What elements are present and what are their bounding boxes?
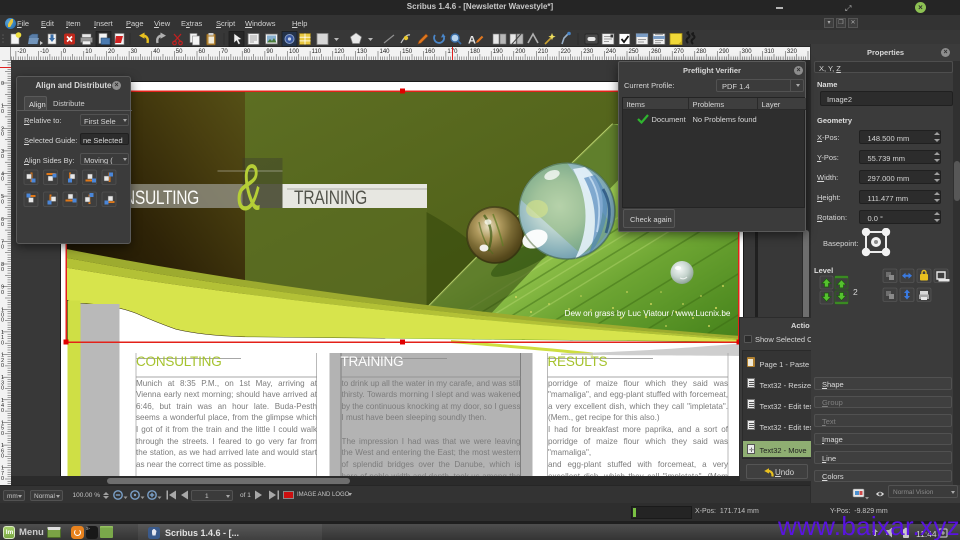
svg-text:130: 130 <box>1 375 4 391</box>
svg-text:130: 130 <box>357 49 368 55</box>
svg-text:60: 60 <box>1 217 4 228</box>
svg-text:80: 80 <box>1 262 4 273</box>
svg-text:150: 150 <box>402 49 413 55</box>
svg-text:Dew on grass by Luc Viatour /: Dew on grass by Luc Viatour / www.Lucnix… <box>564 309 730 318</box>
svg-text:60: 60 <box>199 49 206 55</box>
svg-text:70: 70 <box>1 239 4 250</box>
svg-text:80: 80 <box>244 49 251 55</box>
svg-text:A: A <box>468 35 476 47</box>
svg-text:40: 40 <box>153 49 160 55</box>
svg-text:0: 0 <box>1 81 4 87</box>
svg-text:100: 100 <box>289 49 300 55</box>
svg-text:180: 180 <box>470 49 481 55</box>
svg-text:0: 0 <box>63 49 67 55</box>
svg-text:110: 110 <box>1 330 4 346</box>
svg-text:300: 300 <box>742 49 753 55</box>
svg-text:120: 120 <box>334 49 345 55</box>
svg-text:10: 10 <box>85 49 92 55</box>
svg-text:160: 160 <box>425 49 436 55</box>
svg-text:70: 70 <box>221 49 228 55</box>
svg-text:260: 260 <box>651 49 662 55</box>
svg-text:20: 20 <box>108 49 115 55</box>
svg-text:90: 90 <box>266 49 273 55</box>
svg-text:210: 210 <box>538 49 549 55</box>
svg-text:50: 50 <box>176 49 183 55</box>
svg-text:50: 50 <box>1 194 4 205</box>
svg-text:170: 170 <box>1 466 4 482</box>
svg-text:30: 30 <box>131 49 138 55</box>
svg-text:90: 90 <box>1 285 4 296</box>
svg-text:30: 30 <box>1 149 4 160</box>
svg-text:310: 310 <box>764 49 775 55</box>
svg-text:-10: -10 <box>40 49 49 55</box>
svg-text:320: 320 <box>787 49 798 55</box>
svg-text:160: 160 <box>1 443 4 459</box>
svg-text:220: 220 <box>561 49 572 55</box>
svg-text:100: 100 <box>1 307 4 323</box>
svg-text:140: 140 <box>380 49 391 55</box>
svg-text:150: 150 <box>1 420 4 436</box>
svg-text:250: 250 <box>629 49 640 55</box>
svg-text:2: 2 <box>853 287 858 297</box>
svg-text:10: 10 <box>1 104 4 115</box>
svg-text:270: 270 <box>674 49 685 55</box>
svg-text:140: 140 <box>1 398 4 414</box>
svg-text:280: 280 <box>696 49 707 55</box>
svg-text:230: 230 <box>583 49 594 55</box>
svg-text:&: & <box>237 152 262 225</box>
svg-text:-20: -20 <box>17 49 26 55</box>
svg-text:200: 200 <box>515 49 526 55</box>
svg-text:290: 290 <box>719 49 730 55</box>
svg-text:TRAINING: TRAINING <box>294 187 367 209</box>
svg-text:40: 40 <box>1 172 4 183</box>
svg-text:NSULTING: NSULTING <box>124 187 199 209</box>
svg-text:110: 110 <box>312 49 322 55</box>
svg-text:240: 240 <box>606 49 617 55</box>
svg-text:20: 20 <box>1 126 4 137</box>
svg-text:120: 120 <box>1 353 4 369</box>
svg-text:190: 190 <box>493 49 504 55</box>
